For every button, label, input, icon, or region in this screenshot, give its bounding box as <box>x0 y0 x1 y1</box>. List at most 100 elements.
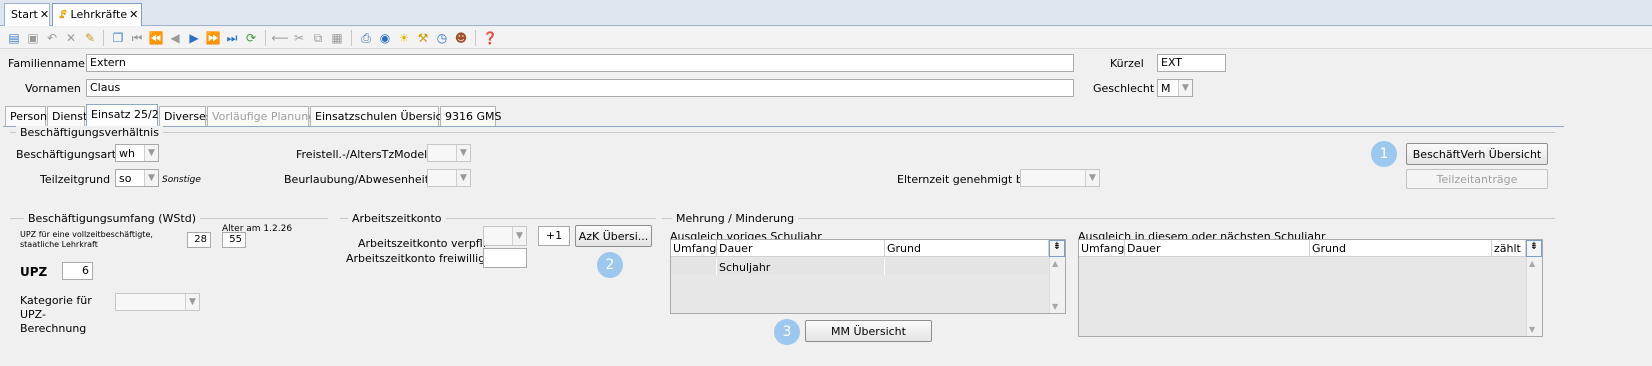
tab-einsatz[interactable]: Einsatz 25/26 <box>86 104 166 127</box>
teilzeitgrund-note: Sonstige <box>162 175 201 185</box>
vornamen-field[interactable]: Claus <box>86 79 1074 97</box>
back-icon[interactable]: ⟵ <box>271 29 289 47</box>
azk-plus-field: +1 <box>538 226 570 246</box>
upz-field[interactable]: 6 <box>62 262 93 280</box>
teilzeitgrund-select[interactable]: so ▼ <box>115 169 159 187</box>
beschaeftverh-uebersicht-button[interactable]: BeschäftVerh Übersicht <box>1406 143 1548 165</box>
alter-value: 55 <box>222 232 246 248</box>
copy-icon[interactable]: ⧉ <box>309 29 327 47</box>
scroll-up-icon[interactable]: ▲ <box>1529 259 1535 268</box>
help-icon[interactable]: ❓ <box>481 29 499 47</box>
first-record-icon[interactable]: ⏮ <box>128 29 146 47</box>
azk-verpfl-label: Arbeitszeitkonto verpfl. <box>358 237 487 250</box>
edit-icon[interactable]: ✎ <box>81 29 99 47</box>
chevron-down-icon[interactable]: ▼ <box>1085 170 1099 186</box>
column-header-dauer[interactable]: Dauer <box>717 240 885 257</box>
beschaeftigungsart-select[interactable]: wh ▼ <box>115 144 159 162</box>
close-icon[interactable]: ✕ <box>40 8 49 21</box>
copy-record-icon[interactable]: ❐ <box>109 29 127 47</box>
tab-person[interactable]: Person <box>5 106 47 126</box>
preview-icon[interactable]: ◉ <box>376 29 394 47</box>
chevron-down-icon[interactable]: ▼ <box>512 227 526 245</box>
tab-lehrkraefte[interactable]: ꗕ Lehrkräfte ✕ <box>52 3 142 26</box>
tab-9316-gms[interactable]: 9316 GMS <box>440 106 502 126</box>
person-card-icon[interactable]: ☻ <box>452 29 470 47</box>
upz-vollzeit-value: 28 <box>187 232 211 248</box>
kuerzel-label: Kürzel <box>1110 57 1144 70</box>
toolbar: ▤ ▣ ↶ ✕ ✎ ❐ ⏮ ⏪ ◀ ▶ ⏩ ⏭ ⟳ ⟵ ✂ ⧉ ▦ ⎙ ◉ ☀ … <box>0 27 1652 49</box>
column-header-grund[interactable]: Grund <box>1310 240 1492 257</box>
column-header-grund[interactable]: Grund <box>885 240 1049 257</box>
scroll-up-icon[interactable]: ▲ <box>1052 259 1058 268</box>
chevron-down-icon[interactable]: ▼ <box>185 294 199 310</box>
print-icon[interactable]: ⎙ <box>357 29 375 47</box>
teilzeitgrund-value: so <box>119 172 132 185</box>
close-icon[interactable]: ✕ <box>129 8 138 21</box>
tab-diverses[interactable]: Diverses <box>159 106 212 126</box>
teilzeitantraege-button: Teilzeitanträge <box>1406 169 1548 189</box>
tab-dienst[interactable]: Dienst <box>47 106 87 126</box>
teilzeitgrund-label: Teilzeitgrund <box>40 173 111 186</box>
column-header-umfang[interactable]: Umfang <box>1079 240 1125 257</box>
tab-start[interactable]: Start ✕ <box>4 3 50 26</box>
toolbar-separator <box>103 30 104 46</box>
callout-badge-2: 2 <box>597 252 623 278</box>
azk-verpfl-select[interactable]: ▼ <box>483 226 527 246</box>
refresh-icon[interactable]: ⟳ <box>242 29 260 47</box>
column-chooser-icon[interactable]: ⇟ <box>1526 240 1542 257</box>
callout-badge-3: 3 <box>774 319 800 345</box>
clock-icon[interactable]: ◷ <box>433 29 451 47</box>
table-cell-dauer: Schuljahr <box>717 259 885 275</box>
tools-icon[interactable]: ⚒ <box>414 29 432 47</box>
document-tab-bar: Start ✕ ꗕ Lehrkräfte ✕ <box>0 0 1652 26</box>
elternzeit-date[interactable]: ▼ <box>1020 169 1100 187</box>
next-page-icon[interactable]: ⏩ <box>204 29 222 47</box>
tab-einsatzschulen-uebersicht[interactable]: Einsatzschulen Übersicht <box>310 106 453 126</box>
kategorie-select[interactable]: ▼ <box>115 293 200 311</box>
familienname-field[interactable]: Extern <box>86 54 1074 72</box>
column-header-zaehlt[interactable]: zählt <box>1492 240 1526 257</box>
ausgleich-voriges-grid: Umfang Dauer Grund ⇟ Schuljahr ▲ ▼ <box>670 239 1066 314</box>
azk-uebersicht-button[interactable]: AzK Übersi... <box>575 225 652 247</box>
azk-freiwillig-label: Arbeitszeitkonto freiwillig <box>346 252 486 265</box>
column-header-dauer[interactable]: Dauer <box>1125 240 1310 257</box>
beschaeftigungsverhaeltnis-group-label: Beschäftigungsverhältnis <box>16 126 163 139</box>
last-record-icon[interactable]: ⏭ <box>223 29 241 47</box>
next-record-icon[interactable]: ▶ <box>185 29 203 47</box>
vertical-scrollbar[interactable]: ▲ ▼ <box>1049 257 1065 313</box>
column-header-umfang[interactable]: Umfang <box>671 240 717 257</box>
delete-icon[interactable]: ✕ <box>62 29 80 47</box>
chevron-down-icon[interactable]: ▼ <box>144 145 158 161</box>
table-row[interactable]: Schuljahr <box>671 259 1049 275</box>
geschlecht-select[interactable]: M ▼ <box>1157 79 1193 97</box>
previous-record-icon[interactable]: ◀ <box>166 29 184 47</box>
azk-freiwillig-field[interactable] <box>483 248 527 268</box>
freistellung-select[interactable]: ▼ <box>427 144 471 162</box>
paste-icon[interactable]: ▦ <box>328 29 346 47</box>
cut-icon[interactable]: ✂ <box>290 29 308 47</box>
table-cell-grund <box>885 259 1049 275</box>
chevron-down-icon[interactable]: ▼ <box>456 170 470 186</box>
previous-page-icon[interactable]: ⏪ <box>147 29 165 47</box>
tab-start-label: Start <box>11 8 38 21</box>
scroll-down-icon[interactable]: ▼ <box>1052 302 1058 311</box>
undo-icon[interactable]: ↶ <box>43 29 61 47</box>
mm-uebersicht-button[interactable]: MM Übersicht <box>805 320 932 342</box>
chevron-down-icon[interactable]: ▼ <box>1178 80 1192 96</box>
tab-vorlaeufige-planung: Vorläufige Planung <box>207 106 315 126</box>
kuerzel-field[interactable]: EXT <box>1157 54 1226 72</box>
beschaeftigungsart-label: Beschäftigungsart <box>16 148 117 161</box>
upz-label: UPZ <box>20 265 48 279</box>
chevron-down-icon[interactable]: ▼ <box>144 170 158 186</box>
save-icon[interactable]: ▣ <box>24 29 42 47</box>
toolbar-separator <box>475 30 476 46</box>
new-icon[interactable]: ▤ <box>5 29 23 47</box>
tips-icon[interactable]: ☀ <box>395 29 413 47</box>
chevron-down-icon[interactable]: ▼ <box>456 145 470 161</box>
column-chooser-icon[interactable]: ⇟ <box>1049 240 1065 257</box>
scroll-down-icon[interactable]: ▼ <box>1529 325 1535 334</box>
callout-badge-1: 1 <box>1371 141 1397 167</box>
beurlaubung-select[interactable]: ▼ <box>427 169 471 187</box>
vertical-scrollbar[interactable]: ▲ ▼ <box>1526 257 1542 336</box>
toolbar-separator <box>265 30 266 46</box>
